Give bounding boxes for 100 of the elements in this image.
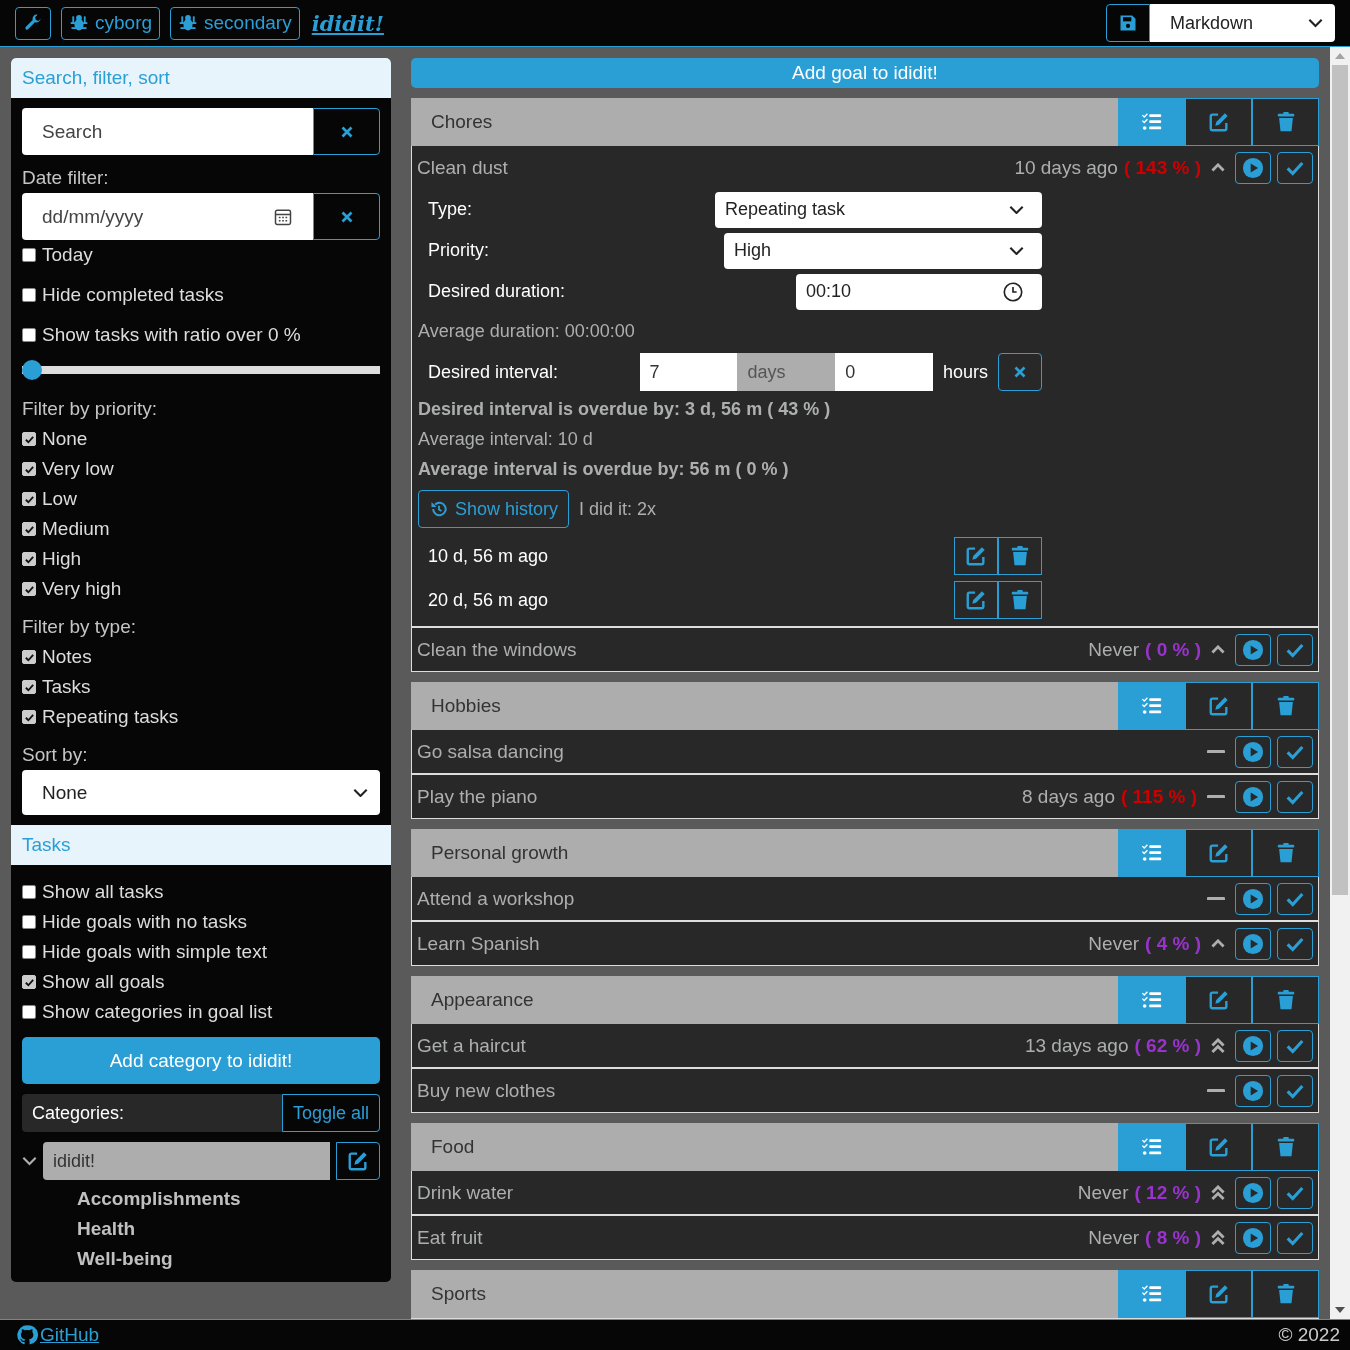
checkbox[interactable] xyxy=(22,582,36,596)
start-button[interactable] xyxy=(1235,735,1271,768)
edit-button[interactable] xyxy=(1185,98,1252,146)
start-button[interactable] xyxy=(1235,1029,1271,1062)
done-button[interactable] xyxy=(1277,927,1313,960)
done-button[interactable] xyxy=(1277,882,1313,915)
checkbox[interactable] xyxy=(22,1005,36,1019)
start-button[interactable] xyxy=(1235,1176,1271,1209)
checkbox[interactable] xyxy=(22,945,36,959)
delete-button[interactable] xyxy=(998,581,1042,619)
category-item[interactable]: Accomplishments xyxy=(77,1188,380,1210)
date-field[interactable]: dd/mm/yyyy xyxy=(22,193,313,240)
delete-button[interactable] xyxy=(1252,976,1319,1024)
done-button[interactable] xyxy=(1277,1176,1313,1209)
checkbox[interactable] xyxy=(22,552,36,566)
done-button[interactable] xyxy=(1277,1029,1313,1062)
search-field[interactable]: Search xyxy=(22,108,313,155)
checkbox[interactable] xyxy=(22,680,36,694)
goal-name[interactable]: Drink water xyxy=(417,1181,514,1203)
delete-button[interactable] xyxy=(1252,829,1319,877)
checkbox[interactable] xyxy=(22,462,36,476)
logo[interactable]: ididit! xyxy=(311,10,384,36)
duration-field[interactable]: 00:10 xyxy=(796,273,1042,310)
edit-button[interactable] xyxy=(954,581,998,619)
category-item[interactable]: Well-being xyxy=(77,1248,380,1270)
checkbox[interactable] xyxy=(22,328,36,342)
show-history-button[interactable]: Show history xyxy=(418,490,570,528)
goal-name[interactable]: Play the piano xyxy=(417,785,538,807)
save-button[interactable] xyxy=(1106,4,1150,42)
goal-name[interactable]: Buy new clothes xyxy=(417,1079,556,1101)
goal-name[interactable]: Clean the windows xyxy=(417,638,577,660)
goal-name[interactable]: Learn Spanish xyxy=(417,932,540,954)
done-button[interactable] xyxy=(1277,151,1313,184)
edit-button[interactable] xyxy=(1185,976,1252,1024)
expand-toggle[interactable] xyxy=(22,1156,37,1166)
checkbox[interactable] xyxy=(22,432,36,446)
clear-button[interactable] xyxy=(313,108,380,155)
checkbox[interactable] xyxy=(22,492,36,506)
goal-name[interactable]: Go salsa dancing xyxy=(417,740,564,762)
format-select[interactable]: Markdown xyxy=(1150,4,1335,42)
priority-select[interactable]: High xyxy=(724,232,1042,269)
delete-button[interactable] xyxy=(1252,1123,1319,1171)
clear-button[interactable] xyxy=(313,193,380,240)
settings-button[interactable] xyxy=(15,6,51,40)
checkbox[interactable] xyxy=(22,650,36,664)
tasks-button[interactable] xyxy=(1118,829,1185,877)
done-button[interactable] xyxy=(1277,633,1313,666)
clear-button[interactable] xyxy=(998,353,1042,391)
delete-button[interactable] xyxy=(1252,1270,1319,1318)
start-button[interactable] xyxy=(1235,780,1271,813)
tasks-button[interactable] xyxy=(1118,682,1185,730)
done-button[interactable] xyxy=(1277,780,1313,813)
start-button[interactable] xyxy=(1235,633,1271,666)
checkbox[interactable] xyxy=(22,915,36,929)
done-button[interactable] xyxy=(1277,1074,1313,1107)
delete-button[interactable] xyxy=(1252,98,1319,146)
days-field[interactable]: 7 xyxy=(639,353,738,391)
hours-field[interactable]: 0 xyxy=(835,353,934,391)
type-select[interactable]: Repeating task xyxy=(715,191,1042,228)
theme-button[interactable]: secondary xyxy=(170,6,300,40)
delete-button[interactable] xyxy=(1252,682,1319,730)
checkbox[interactable] xyxy=(22,248,36,262)
start-button[interactable] xyxy=(1235,1221,1271,1254)
category-field[interactable]: ididit! xyxy=(43,1142,330,1180)
goal-name[interactable]: Clean dust xyxy=(417,156,508,178)
done-button[interactable] xyxy=(1277,1221,1313,1254)
toggle-all-button[interactable]: Toggle all xyxy=(281,1094,380,1132)
edit-button[interactable] xyxy=(336,1142,380,1180)
scrollbar[interactable] xyxy=(1330,47,1350,1319)
theme-button[interactable]: cyborg xyxy=(61,6,161,40)
tasks-button[interactable] xyxy=(1118,98,1185,146)
edit-button[interactable] xyxy=(954,537,998,575)
edit-button[interactable] xyxy=(1185,1270,1252,1318)
checkbox[interactable] xyxy=(22,288,36,302)
edit-button[interactable] xyxy=(1185,682,1252,730)
checkmark-icon xyxy=(23,583,35,595)
edit-icon xyxy=(965,545,987,567)
start-button[interactable] xyxy=(1235,882,1271,915)
checkbox[interactable] xyxy=(22,710,36,724)
slider-thumb[interactable] xyxy=(22,360,42,380)
start-button[interactable] xyxy=(1235,1074,1271,1107)
done-button[interactable] xyxy=(1277,735,1313,768)
start-button[interactable] xyxy=(1235,151,1271,184)
github-link[interactable]: GitHub xyxy=(16,1324,100,1346)
goal-name[interactable]: Get a haircut xyxy=(417,1034,526,1056)
tasks-button[interactable] xyxy=(1118,976,1185,1024)
edit-button[interactable] xyxy=(1185,829,1252,877)
goal-name[interactable]: Attend a workshop xyxy=(417,887,575,909)
delete-button[interactable] xyxy=(998,537,1042,575)
edit-button[interactable] xyxy=(1185,1123,1252,1171)
play-icon xyxy=(1242,1181,1264,1204)
tasks-button[interactable] xyxy=(1118,1123,1185,1171)
checkbox[interactable] xyxy=(22,885,36,899)
category-item[interactable]: Health xyxy=(77,1218,380,1240)
goal-name[interactable]: Eat fruit xyxy=(417,1226,483,1248)
checkbox[interactable] xyxy=(22,522,36,536)
sort-select[interactable]: None xyxy=(22,770,380,815)
tasks-button[interactable] xyxy=(1118,1270,1185,1318)
start-button[interactable] xyxy=(1235,927,1271,960)
checkbox[interactable] xyxy=(22,975,36,989)
